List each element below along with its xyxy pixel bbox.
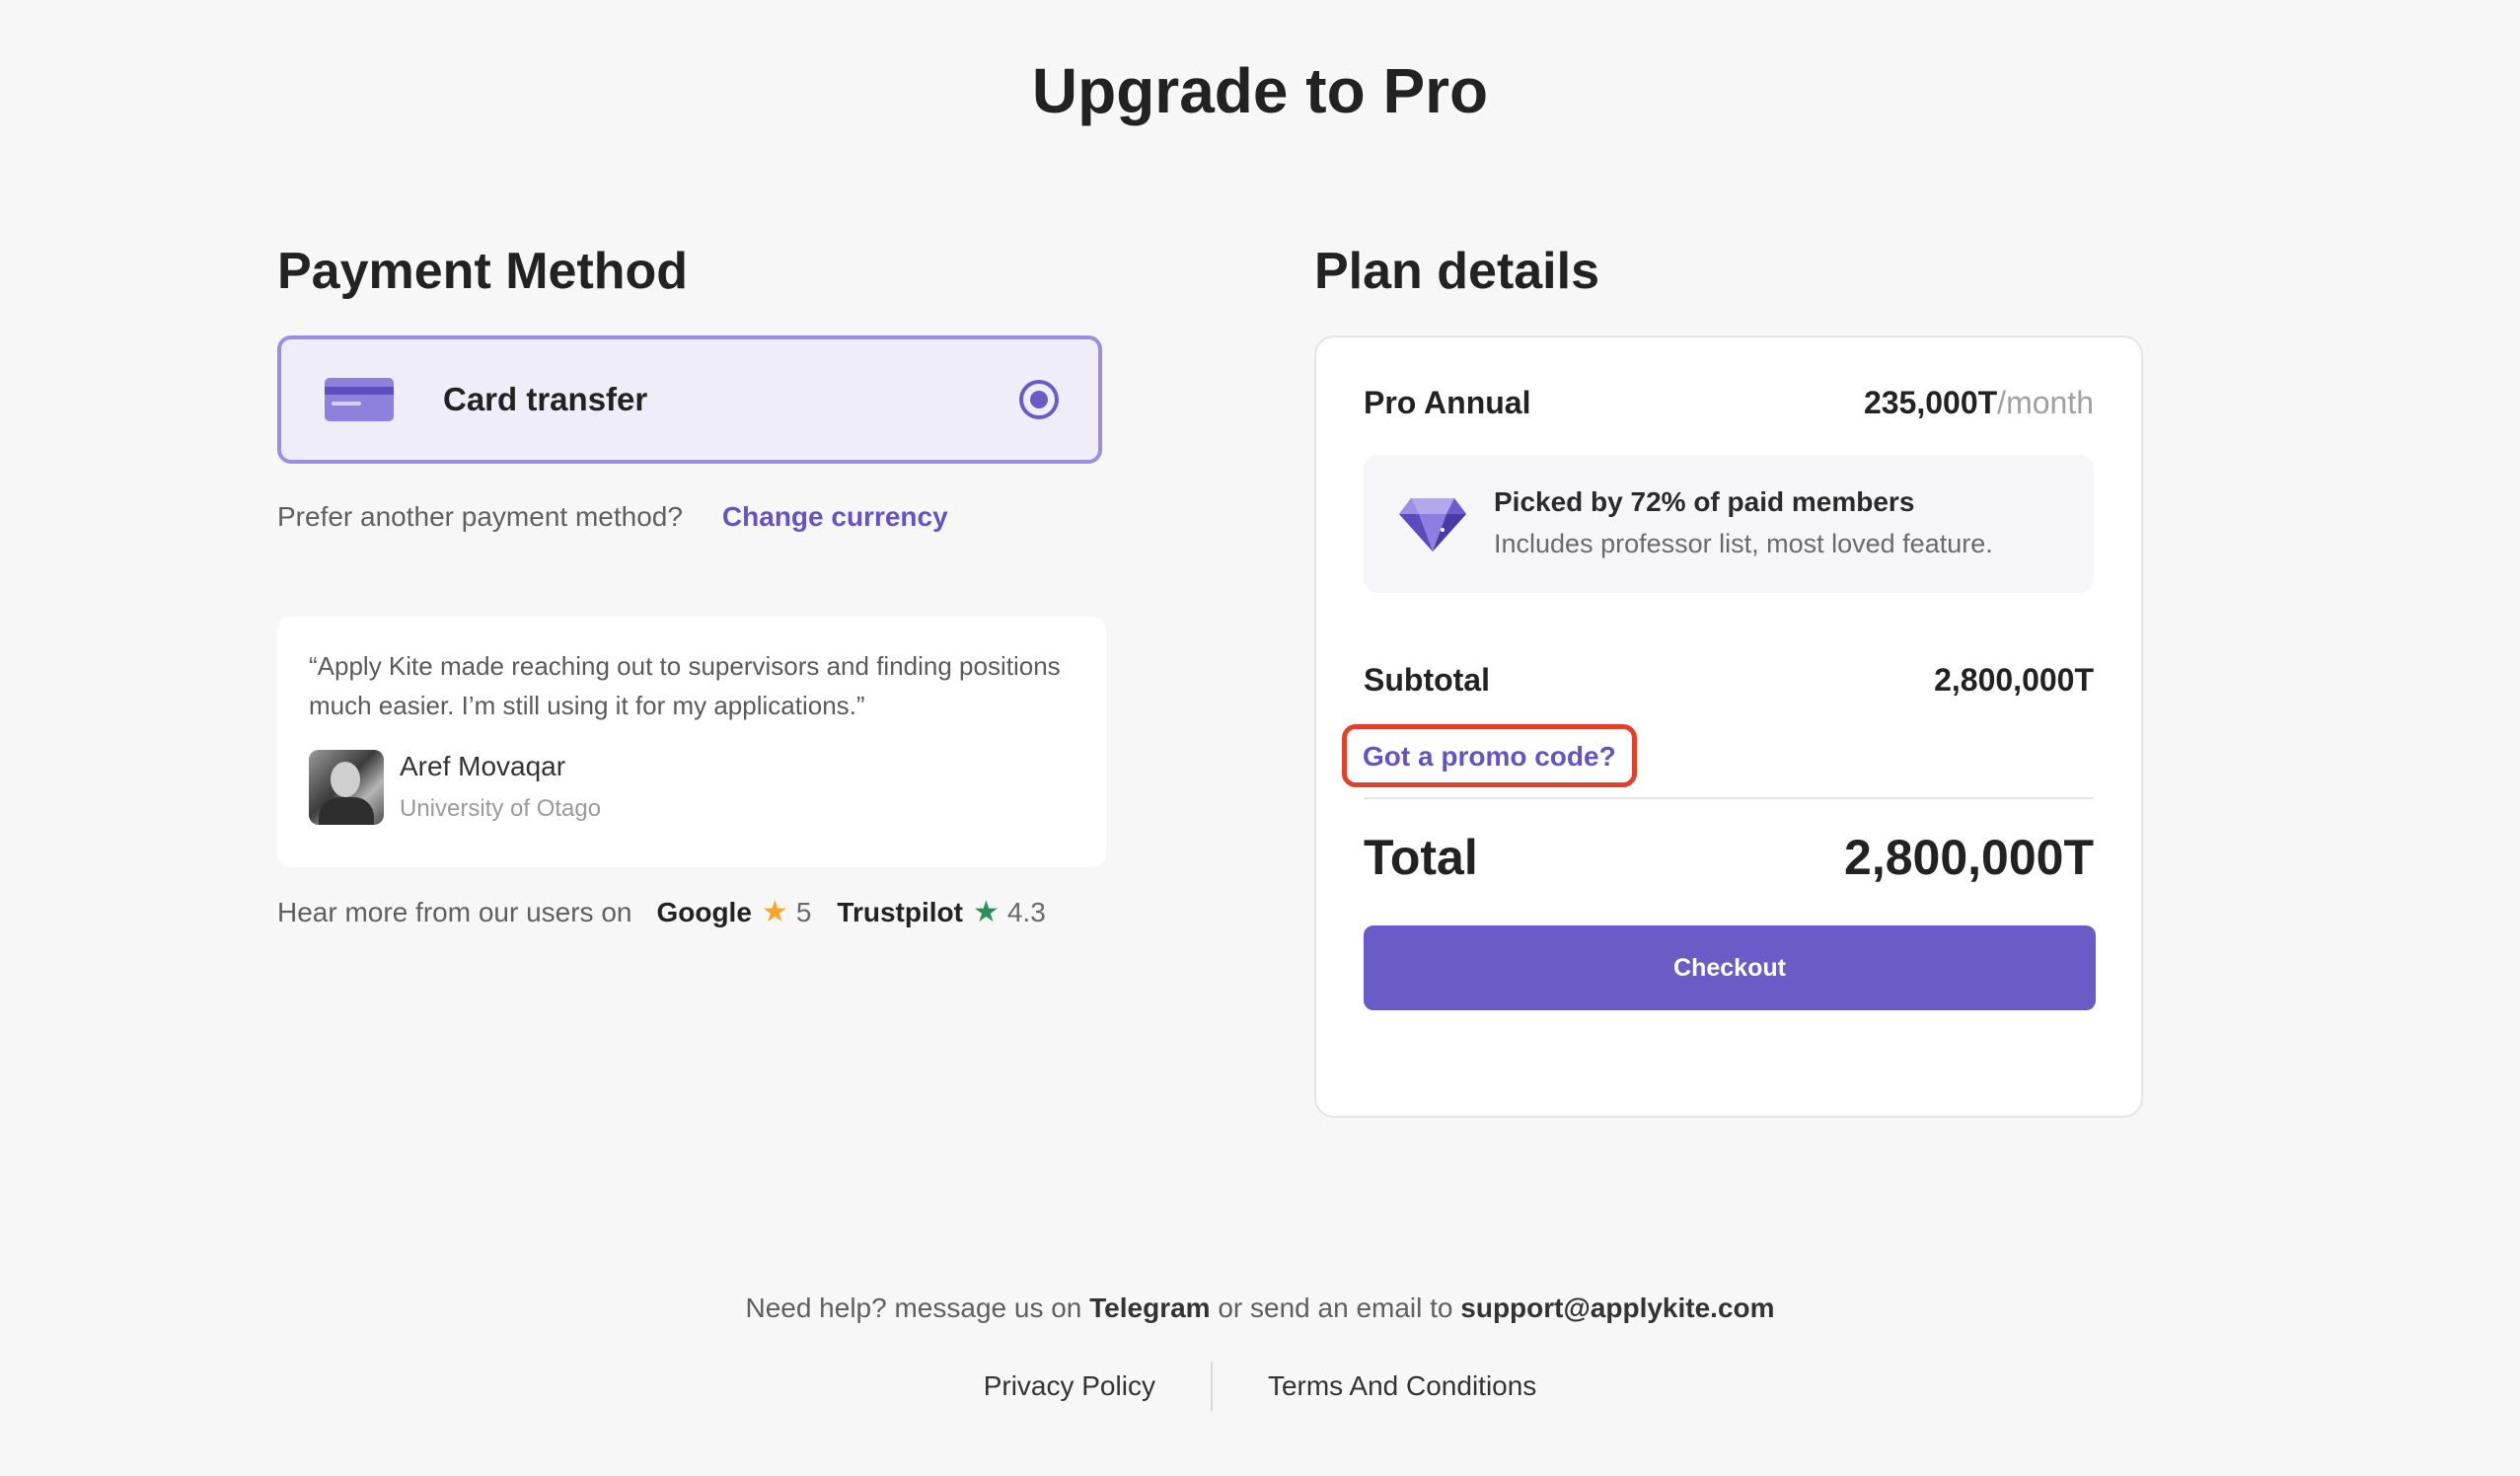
star-icon: ★ bbox=[761, 896, 788, 928]
credit-card-icon bbox=[325, 378, 394, 421]
author-name: Aref Movaqar bbox=[400, 751, 566, 781]
help-prefix: Need help? message us on bbox=[745, 1292, 1090, 1323]
testimonial-author: Aref Movaqar University of Otago bbox=[309, 749, 1075, 826]
author-school: University of Otago bbox=[400, 795, 602, 822]
plan-price: 235,000T/month bbox=[1864, 385, 2094, 421]
trustpilot-score: 4.3 bbox=[1006, 896, 1046, 927]
payment-method-heading: Payment Method bbox=[277, 243, 689, 300]
reviews-row: Hear more from our users on Google ★ 5 T… bbox=[277, 895, 1106, 929]
avatar bbox=[309, 750, 384, 825]
google-score: 5 bbox=[795, 896, 812, 927]
help-middle: or send an email to bbox=[1210, 1292, 1461, 1323]
plan-price-amount: 235,000T bbox=[1863, 385, 1998, 420]
prefer-another-row: Prefer another payment method? Change cu… bbox=[277, 501, 1106, 533]
trustpilot-reviews-link[interactable]: Trustpilot bbox=[837, 897, 963, 928]
testimonial-quote: “Apply Kite made reaching out to supervi… bbox=[309, 651, 1061, 720]
plan-card: Pro Annual 235,000T/month Picked by 72% … bbox=[1314, 335, 2143, 1118]
plan-section: Plan details Pro Annual 235,000T/month P… bbox=[1314, 237, 2143, 1118]
total-value: 2,800,000T bbox=[1844, 830, 2094, 885]
diamond-icon bbox=[1399, 498, 1466, 552]
footer-links: Privacy Policy Terms And Conditions bbox=[0, 1362, 2520, 1411]
popularity-highlight: Picked by 72% of paid members Includes p… bbox=[1364, 455, 2094, 593]
payment-section: Payment Method Card transfer Prefer anot… bbox=[277, 237, 1106, 929]
plan-details-heading: Plan details bbox=[1314, 243, 1599, 300]
total-label: Total bbox=[1364, 830, 1478, 885]
subtotal-row: Subtotal 2,800,000T bbox=[1364, 662, 2094, 699]
divider bbox=[1364, 797, 2094, 799]
subtotal-label: Subtotal bbox=[1364, 662, 1490, 698]
prefer-text: Prefer another payment method? bbox=[277, 501, 683, 532]
subtotal-value: 2,800,000T bbox=[1934, 662, 2094, 698]
total-row: Total 2,800,000T bbox=[1364, 829, 2094, 886]
page-title: Upgrade to Pro bbox=[1031, 55, 1489, 126]
checkout-button[interactable]: Checkout bbox=[1364, 925, 2096, 1010]
google-reviews-link[interactable]: Google bbox=[656, 897, 751, 928]
terms-link[interactable]: Terms And Conditions bbox=[1213, 1370, 1592, 1402]
highlight-title: Picked by 72% of paid members bbox=[1494, 486, 1915, 517]
plan-price-period: /month bbox=[1997, 385, 2094, 420]
testimonial-card: “Apply Kite made reaching out to supervi… bbox=[277, 617, 1106, 867]
card-transfer-option[interactable]: Card transfer bbox=[277, 335, 1102, 464]
reviews-lead-text: Hear more from our users on bbox=[277, 896, 632, 927]
plan-row: Pro Annual 235,000T/month bbox=[1364, 385, 2094, 421]
highlight-subtitle: Includes professor list, most loved feat… bbox=[1494, 529, 1993, 558]
footer-help: Need help? message us on Telegram or sen… bbox=[0, 1292, 2520, 1324]
star-icon: ★ bbox=[972, 896, 1000, 928]
privacy-policy-link[interactable]: Privacy Policy bbox=[928, 1370, 1211, 1402]
plan-name: Pro Annual bbox=[1364, 385, 1531, 420]
upgrade-page: Upgrade to Pro Payment Method Card trans… bbox=[0, 0, 2520, 1476]
promo-code-highlight: Got a promo code? bbox=[1342, 724, 1637, 787]
change-currency-link[interactable]: Change currency bbox=[722, 501, 948, 533]
payment-method-radio[interactable] bbox=[1019, 380, 1059, 419]
support-email-link[interactable]: support@applykite.com bbox=[1460, 1292, 1774, 1323]
telegram-link[interactable]: Telegram bbox=[1089, 1292, 1210, 1323]
author-info: Aref Movaqar University of Otago bbox=[400, 749, 601, 826]
highlight-text: Picked by 72% of paid members Includes p… bbox=[1494, 482, 1993, 565]
payment-method-label: Card transfer bbox=[443, 381, 648, 417]
promo-code-link[interactable]: Got a promo code? bbox=[1363, 741, 1616, 772]
